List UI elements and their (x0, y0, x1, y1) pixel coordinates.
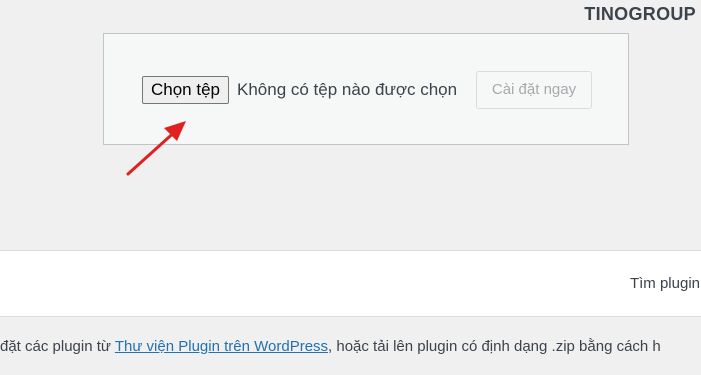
search-plugins-label: Tìm plugin (629, 275, 700, 292)
logo-text-tino: TINO (584, 4, 629, 24)
plugin-description-text: đặt các plugin từ Thư viện Plugin trên W… (0, 337, 661, 357)
description-prefix: đặt các plugin từ (0, 338, 115, 355)
red-arrow-icon (126, 121, 186, 176)
tinogroup-logo: TINO GROUP (584, 4, 696, 25)
choose-file-button[interactable]: Chọn tệp (142, 76, 229, 104)
description-suffix: , hoặc tải lên plugin có định dạng .zip … (328, 338, 661, 355)
install-now-button[interactable]: Cài đặt ngay (476, 71, 592, 109)
plugin-directory-link[interactable]: Thư viện Plugin trên WordPress (115, 338, 328, 355)
logo-text-group: GROUP (628, 4, 696, 24)
plugin-filter-bar: Tìm plugin (0, 250, 701, 317)
no-file-chosen-text: Không có tệp nào được chọn (237, 80, 458, 99)
